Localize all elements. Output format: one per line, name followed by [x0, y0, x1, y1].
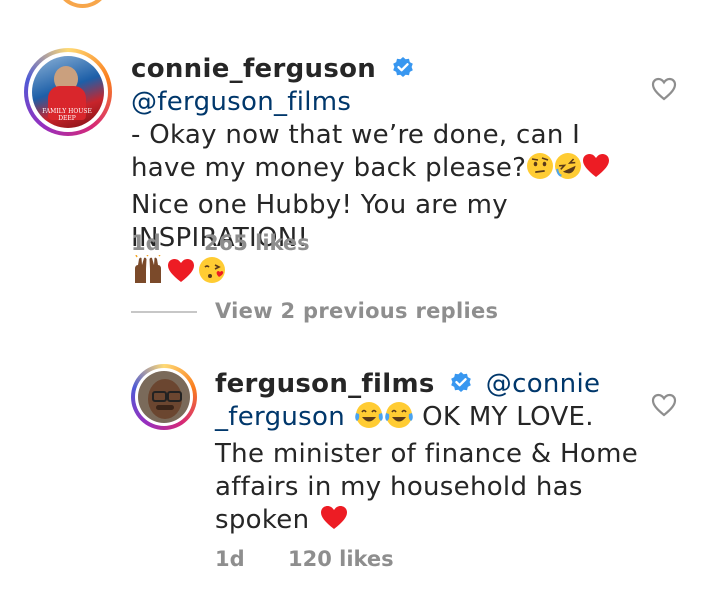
- tears-of-joy-emoji-icon-2: [384, 401, 414, 438]
- face-blowing-kiss-emoji-icon: [197, 255, 231, 294]
- red-heart-emoji-icon-3: [318, 504, 350, 541]
- comment2-meta: 1d 120 likes: [215, 547, 394, 571]
- avatar-connie[interactable]: FAMILY HOUSE DEEP: [24, 48, 112, 136]
- tears-of-joy-emoji-icon: [354, 401, 384, 438]
- comment2-text-a: OK MY LOVE.: [413, 402, 594, 432]
- avatar-ferguson-films[interactable]: [131, 364, 197, 430]
- comment2-likes[interactable]: 120 likes: [288, 547, 394, 571]
- previous-avatar-fragment: [55, 0, 110, 8]
- comment-connie: connie_ferguson @ferguson_films - Okay n…: [131, 53, 631, 294]
- username-ferguson-films[interactable]: ferguson_films: [215, 369, 435, 399]
- view-replies-line: [131, 311, 197, 313]
- view-previous-replies-button[interactable]: View 2 previous replies: [215, 299, 498, 323]
- verified-badge-icon: [392, 57, 413, 77]
- mention-ferguson-films[interactable]: @ferguson_films: [131, 87, 351, 117]
- comment1-time: 1d: [131, 231, 161, 255]
- mention-connie-a[interactable]: @connie: [486, 369, 600, 399]
- comment1-likes[interactable]: 265 likes: [204, 231, 310, 255]
- mention-connie-b[interactable]: _ferguson: [215, 402, 345, 432]
- rofl-emoji-icon: [554, 152, 582, 189]
- like-heart-icon-1[interactable]: [650, 75, 678, 103]
- comment1-text-a: - Okay now that we’re done, can I have m…: [131, 120, 581, 183]
- red-heart-emoji-icon: [582, 152, 610, 189]
- face-with-raised-eyebrow-icon: [526, 152, 554, 189]
- comment1-meta: 1d 265 likes: [131, 231, 310, 255]
- raised-hands-emoji-icon: [131, 254, 165, 294]
- comment2-text-d: spoken: [215, 505, 310, 535]
- comment2-text-b: The minister of finance & Home: [215, 439, 639, 469]
- comment2-time: 1d: [215, 547, 245, 571]
- verified-badge-icon-2: [451, 372, 472, 392]
- avatar-caption: FAMILY HOUSE DEEP: [42, 108, 92, 122]
- username-connie[interactable]: connie_ferguson: [131, 54, 376, 84]
- comment-ferguson-films: ferguson_films @connie _ferguson OK MY L…: [215, 368, 645, 541]
- like-heart-icon-2[interactable]: [650, 391, 678, 419]
- comment2-text-c: affairs in my household has: [215, 472, 583, 502]
- red-heart-emoji-icon-2: [165, 257, 197, 294]
